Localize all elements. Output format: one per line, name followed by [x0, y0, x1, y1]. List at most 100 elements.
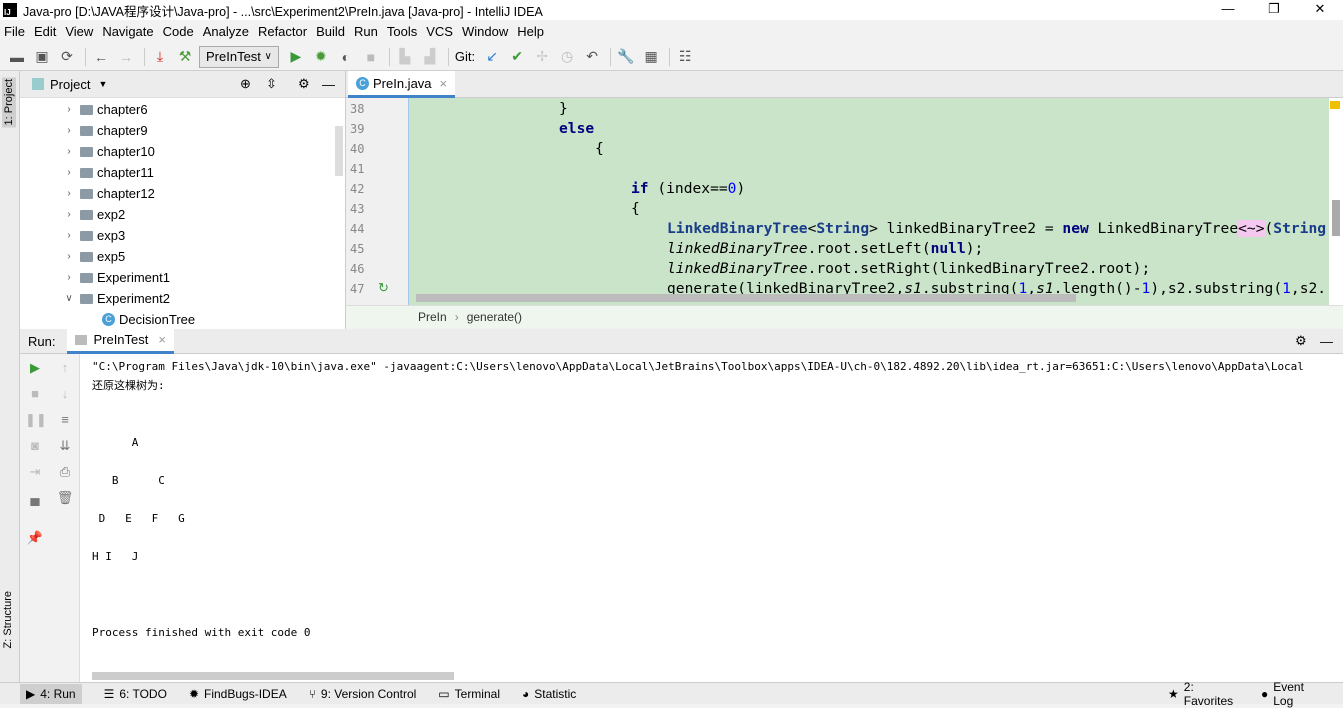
tree-item[interactable]: › chapter6: [20, 99, 345, 120]
console-output[interactable]: "C:\Program Files\Java\jdk-10\bin\java.e…: [80, 354, 1343, 682]
chevron-right-icon[interactable]: ›: [62, 146, 76, 157]
dropdown-icon[interactable]: ▼: [98, 79, 107, 89]
chevron-right-icon[interactable]: ›: [62, 125, 76, 136]
menu-window[interactable]: Window: [462, 24, 508, 39]
hide-icon[interactable]: —: [1320, 334, 1333, 349]
gear-icon[interactable]: ⚙: [298, 76, 310, 92]
tree-item[interactable]: › chapter12: [20, 183, 345, 204]
tree-item[interactable]: › exp5: [20, 246, 345, 267]
menu-code[interactable]: Code: [163, 24, 194, 39]
git-compare-icon[interactable]: ✢: [531, 46, 553, 68]
rerun-icon[interactable]: ▶: [25, 360, 45, 376]
open-icon[interactable]: ▬: [6, 46, 28, 68]
stop-icon[interactable]: ■: [25, 386, 45, 401]
sync-icon[interactable]: ⟳: [56, 46, 78, 68]
stop-icon[interactable]: ■: [360, 46, 382, 68]
code-editor[interactable]: 38 39 40 41 42 43 44 45 46 47 } else { if (index=…: [346, 98, 1343, 305]
down-icon[interactable]: ↓: [55, 386, 75, 401]
chevron-right-icon[interactable]: ›: [62, 272, 76, 283]
tool-window-statistic[interactable]: ◕ Statistic: [522, 684, 576, 704]
soft-wrap-icon[interactable]: ≡: [55, 412, 75, 427]
scroll-to-end-icon[interactable]: ⇊: [55, 438, 75, 454]
tool-window-terminal[interactable]: ▭ Terminal: [438, 684, 500, 704]
up-icon[interactable]: ↑: [55, 360, 75, 375]
tool-window-version-control[interactable]: ⑂ 9: Version Control: [309, 684, 417, 704]
settings-wrench-icon[interactable]: 🔧: [615, 46, 637, 68]
collapse-all-icon[interactable]: ⇳: [266, 76, 277, 92]
git-commit-icon[interactable]: ✔: [506, 46, 528, 68]
chevron-right-icon[interactable]: ›: [62, 251, 76, 262]
vcs-update-icon[interactable]: ▙: [394, 46, 416, 68]
close-button[interactable]: ✕: [1297, 0, 1343, 20]
chevron-down-icon[interactable]: ∨: [62, 293, 76, 304]
download-icon[interactable]: ⤓: [149, 46, 171, 68]
task-icon[interactable]: ☷: [674, 46, 696, 68]
structure-tool-tab[interactable]: Z: Structure: [2, 591, 14, 648]
tree-item[interactable]: › Experiment1: [20, 267, 345, 288]
chevron-right-icon[interactable]: ›: [62, 188, 76, 199]
tree-item[interactable]: › exp2: [20, 204, 345, 225]
tree-item[interactable]: ∨ Experiment2: [20, 288, 345, 309]
menu-view[interactable]: View: [65, 24, 93, 39]
menu-build[interactable]: Build: [316, 24, 345, 39]
tree-item[interactable]: › exp3: [20, 225, 345, 246]
menu-vcs[interactable]: VCS: [426, 24, 453, 39]
menu-navigate[interactable]: Navigate: [102, 24, 153, 39]
gear-icon[interactable]: ⚙: [1295, 333, 1307, 349]
project-scrollbar[interactable]: [335, 126, 343, 176]
tree-item[interactable]: C DecisionTree: [20, 309, 345, 330]
menu-refactor[interactable]: Refactor: [258, 24, 307, 39]
run-config-select[interactable]: PreInTest ∨: [199, 45, 279, 68]
chevron-right-icon[interactable]: ›: [62, 230, 76, 241]
tab-run-preintest[interactable]: PreInTest ×: [67, 328, 174, 354]
tool-window-todo[interactable]: ☰ 6: TODO: [104, 684, 167, 704]
tree-item[interactable]: › chapter11: [20, 162, 345, 183]
project-view-select[interactable]: Project: [50, 77, 90, 92]
menu-edit[interactable]: Edit: [34, 24, 56, 39]
breadcrumb-method[interactable]: generate(): [467, 310, 522, 324]
tree-item[interactable]: › chapter10: [20, 141, 345, 162]
chevron-right-icon[interactable]: ›: [62, 167, 76, 178]
pin-icon[interactable]: 📌: [25, 530, 45, 546]
chevron-right-icon[interactable]: ›: [62, 209, 76, 220]
git-revert-icon[interactable]: ↶: [581, 46, 603, 68]
chevron-right-icon[interactable]: ›: [62, 104, 76, 115]
minimize-button[interactable]: —: [1205, 0, 1251, 20]
debug-icon[interactable]: ✹: [310, 46, 332, 68]
locate-icon[interactable]: ⊕: [240, 76, 251, 92]
save-icon[interactable]: ▣: [31, 46, 53, 68]
maximize-button[interactable]: ❐: [1251, 0, 1297, 20]
close-tab-icon[interactable]: ×: [158, 332, 166, 347]
exit-icon[interactable]: ⇥: [25, 464, 45, 480]
error-stripe-marker[interactable]: [1330, 101, 1340, 109]
tool-window-favorites[interactable]: ★ 2: Favorites: [1168, 680, 1239, 708]
tree-item[interactable]: › chapter9: [20, 120, 345, 141]
vertical-scrollbar[interactable]: [1332, 200, 1340, 236]
forward-icon[interactable]: →: [115, 46, 137, 68]
tool-window-findbugs-idea[interactable]: ✹ FindBugs-IDEA: [189, 684, 287, 704]
hide-icon[interactable]: —: [322, 77, 335, 92]
menu-analyze[interactable]: Analyze: [203, 24, 249, 39]
clear-icon[interactable]: 🗑: [55, 490, 75, 506]
project-structure-icon[interactable]: ▦: [640, 46, 662, 68]
tab-prein-java[interactable]: C PreIn.java ×: [348, 71, 456, 98]
tool-window-run[interactable]: ▶ 4: Run: [20, 683, 82, 704]
project-tool-tab[interactable]: 1: Project: [2, 77, 16, 128]
menu-tools[interactable]: Tools: [387, 24, 417, 39]
print-icon[interactable]: ⎙: [55, 464, 75, 480]
close-tab-icon[interactable]: ×: [440, 76, 448, 91]
menu-file[interactable]: File: [4, 24, 25, 39]
pause-icon[interactable]: ❚❚: [25, 412, 47, 428]
horizontal-scrollbar[interactable]: [416, 294, 1076, 302]
git-history-icon[interactable]: ◷: [556, 46, 578, 68]
tool-window-event-log[interactable]: ● Event Log: [1261, 680, 1321, 708]
dump-threads-icon[interactable]: ◙: [25, 438, 45, 453]
breadcrumb-class[interactable]: PreIn: [418, 310, 447, 324]
coverage-icon[interactable]: ◐: [335, 46, 357, 68]
vcs-push-icon[interactable]: ▟: [419, 46, 441, 68]
run-icon[interactable]: ▶: [285, 46, 307, 68]
menu-run[interactable]: Run: [354, 24, 378, 39]
layout-icon[interactable]: ▀: [25, 498, 45, 513]
build-hammer-icon[interactable]: ⚒: [174, 46, 196, 68]
console-scrollbar[interactable]: [92, 672, 454, 680]
